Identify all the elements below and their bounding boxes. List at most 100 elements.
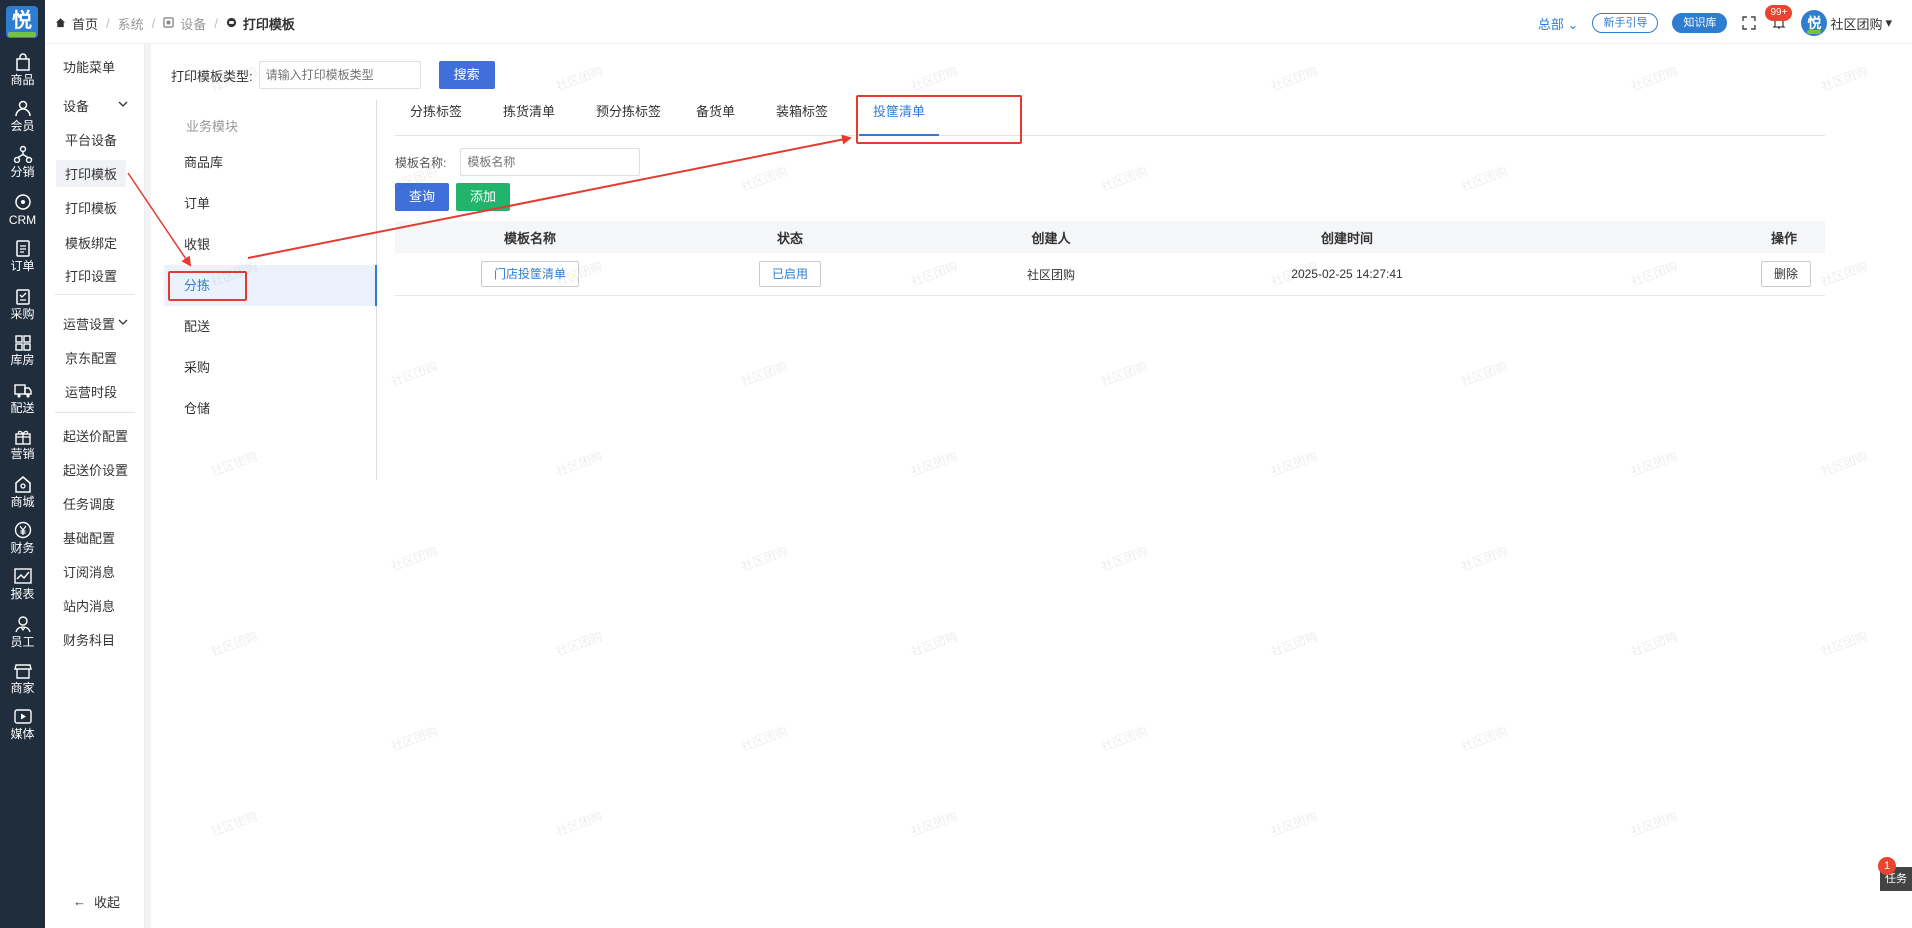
user-menu[interactable]: 悦 社区团购 ▾ <box>1801 10 1892 36</box>
tab-pre-sorting-label[interactable]: 预分拣标签 <box>596 100 661 136</box>
menu-group-ops[interactable]: 运营设置 <box>63 314 115 333</box>
menu-item-finance-subject[interactable]: 财务科目 <box>63 630 115 649</box>
search-button[interactable]: 搜索 <box>438 61 495 89</box>
bag-icon <box>13 53 33 71</box>
add-button[interactable]: 添加 <box>456 183 511 211</box>
menu-item-print-settings[interactable]: 打印设置 <box>65 266 117 285</box>
module-item-product[interactable]: 商品库 <box>164 142 377 183</box>
device-icon <box>163 16 175 31</box>
rail-item-4[interactable]: 订单 <box>0 236 45 286</box>
tab-picking-list[interactable]: 拣货清单 <box>503 100 555 136</box>
menu-item-ops-period[interactable]: 运营时段 <box>65 382 117 401</box>
rail-item-7[interactable]: 配送 <box>0 378 45 428</box>
table-row: 门店投筐清单 已启用 社区团购 2025-02-25 14:27:41 删除 <box>395 253 1825 296</box>
rail-item-13[interactable]: 商家 <box>0 658 45 708</box>
app-logo[interactable]: 悦 <box>6 6 38 38</box>
module-item-delivery[interactable]: 配送 <box>164 306 377 347</box>
rail-item-label: 分销 <box>10 165 35 179</box>
rail-item-10[interactable]: 财务 <box>0 518 45 568</box>
col-template-name: 模板名称 <box>503 230 556 246</box>
template-tabs: 分拣标签 拣货清单 预分拣标签 备货单 装箱标签 投筐清单 <box>395 100 1825 136</box>
task-badge: 1 <box>1878 857 1896 875</box>
rail-item-1[interactable]: 会员 <box>0 96 45 146</box>
secondary-menu: 功能菜单 设备 平台设备 打印模板 打印模板 模板绑定 打印设置 运营设置 京东… <box>45 44 145 928</box>
col-actions: 操作 <box>1770 230 1797 246</box>
rail-item-12[interactable]: 员工 <box>0 612 45 662</box>
rail-item-5[interactable]: 采购 <box>0 284 45 334</box>
module-item-storage[interactable]: 仓储 <box>164 388 377 429</box>
rail-item-label: 财务 <box>10 541 35 555</box>
rail-item-14[interactable]: 媒体 <box>0 704 45 754</box>
knowledge-base-button[interactable]: 知识库 <box>1672 13 1728 33</box>
col-status: 状态 <box>776 230 803 246</box>
rail-item-label: 商家 <box>10 681 35 695</box>
crm-icon <box>13 193 33 211</box>
annotation-box-basket-tab <box>856 95 1022 144</box>
module-item-cashier[interactable]: 收银 <box>164 224 377 265</box>
rail-item-label: 配送 <box>10 401 35 415</box>
breadcrumb-system[interactable]: 系统 <box>118 14 144 33</box>
status-badge[interactable]: 已启用 <box>758 261 821 287</box>
tab-packing-label[interactable]: 装箱标签 <box>776 100 828 136</box>
module-item-purchase[interactable]: 采购 <box>164 347 377 388</box>
menu-group-device[interactable]: 设备 <box>63 96 89 115</box>
network-icon <box>13 145 33 164</box>
menu-item-template-binding[interactable]: 模板绑定 <box>65 233 117 252</box>
delete-button[interactable]: 删除 <box>1760 261 1811 287</box>
menu-item-task-schedule[interactable]: 任务调度 <box>63 494 115 513</box>
template-type-input[interactable] <box>258 61 421 89</box>
menu-item-subscription-msg[interactable]: 订阅消息 <box>63 562 115 581</box>
breadcrumb-current: 打印模板 <box>242 17 295 32</box>
chevron-down-icon: ⌄ <box>1567 16 1579 32</box>
col-created-time: 创建时间 <box>1320 230 1373 246</box>
rail-item-0[interactable]: 商品 <box>0 50 45 100</box>
breadcrumb-home[interactable]: 首页 <box>72 14 98 33</box>
template-name-input[interactable] <box>460 148 641 176</box>
staff-icon <box>13 615 33 633</box>
menu-item-min-price-config[interactable]: 起送价配置 <box>63 426 128 445</box>
rail-item-label: 报表 <box>10 587 35 601</box>
menu-item-site-msg[interactable]: 站内消息 <box>63 596 115 615</box>
rail-item-8[interactable]: 营销 <box>0 424 45 474</box>
tab-sorting-label[interactable]: 分拣标签 <box>410 100 462 136</box>
function-menu-title: 功能菜单 <box>63 60 116 75</box>
menu-item-min-price-setting[interactable]: 起送价设置 <box>63 460 128 479</box>
shop-icon <box>13 475 33 493</box>
store-icon <box>13 661 33 679</box>
rail-item-9[interactable]: 商城 <box>0 472 45 522</box>
module-item-order[interactable]: 订单 <box>164 183 377 224</box>
grid-icon <box>13 333 33 351</box>
caret-down-icon: ▾ <box>1885 15 1892 30</box>
clipboard-icon <box>13 287 33 305</box>
fullscreen-icon[interactable] <box>1741 15 1757 31</box>
col-creator: 创建人 <box>1031 230 1071 246</box>
menu-item-platform-device[interactable]: 平台设备 <box>65 130 117 149</box>
collapse-button[interactable]: ← 收起 <box>73 892 120 911</box>
truck-icon <box>13 381 33 399</box>
menu-item-jd-config[interactable]: 京东配置 <box>65 348 117 367</box>
order-icon <box>13 239 33 257</box>
rail-item-label: 订单 <box>10 259 35 273</box>
breadcrumb-device[interactable]: 设备 <box>180 14 206 33</box>
menu-item-print-template-active[interactable]: 打印模板 <box>56 160 127 187</box>
chart-icon <box>13 567 33 585</box>
menu-item-basic-config[interactable]: 基础配置 <box>63 528 115 547</box>
rail-item-label: 采购 <box>10 307 35 321</box>
template-table: 模板名称 状态 创建人 创建时间 操作 门店投筐清单 已启用 社区团购 2025… <box>395 221 1825 296</box>
rail-item-label: 营销 <box>10 447 35 461</box>
org-switcher[interactable]: 总部 ⌄ <box>1538 14 1579 33</box>
notification-bell-icon[interactable]: 99+ <box>1765 5 1793 31</box>
menu-item-print-template[interactable]: 打印模板 <box>65 198 117 217</box>
rail-item-label: 员工 <box>10 635 35 649</box>
module-list-title: 业务模块 <box>186 119 239 134</box>
gift-icon <box>13 427 33 445</box>
notification-badge: 99+ <box>1765 5 1793 21</box>
tab-stock-list[interactable]: 备货单 <box>696 100 735 136</box>
rail-item-11[interactable]: 报表 <box>0 564 45 614</box>
username: 社区团购 <box>1830 16 1883 32</box>
rail-item-6[interactable]: 库房 <box>0 330 45 380</box>
rail-item-label: 商城 <box>10 495 35 509</box>
rail-item-2[interactable]: 分销 <box>0 142 45 192</box>
rail-item-3[interactable]: CRM <box>0 190 45 240</box>
guide-button[interactable]: 新手引导 <box>1592 13 1659 33</box>
